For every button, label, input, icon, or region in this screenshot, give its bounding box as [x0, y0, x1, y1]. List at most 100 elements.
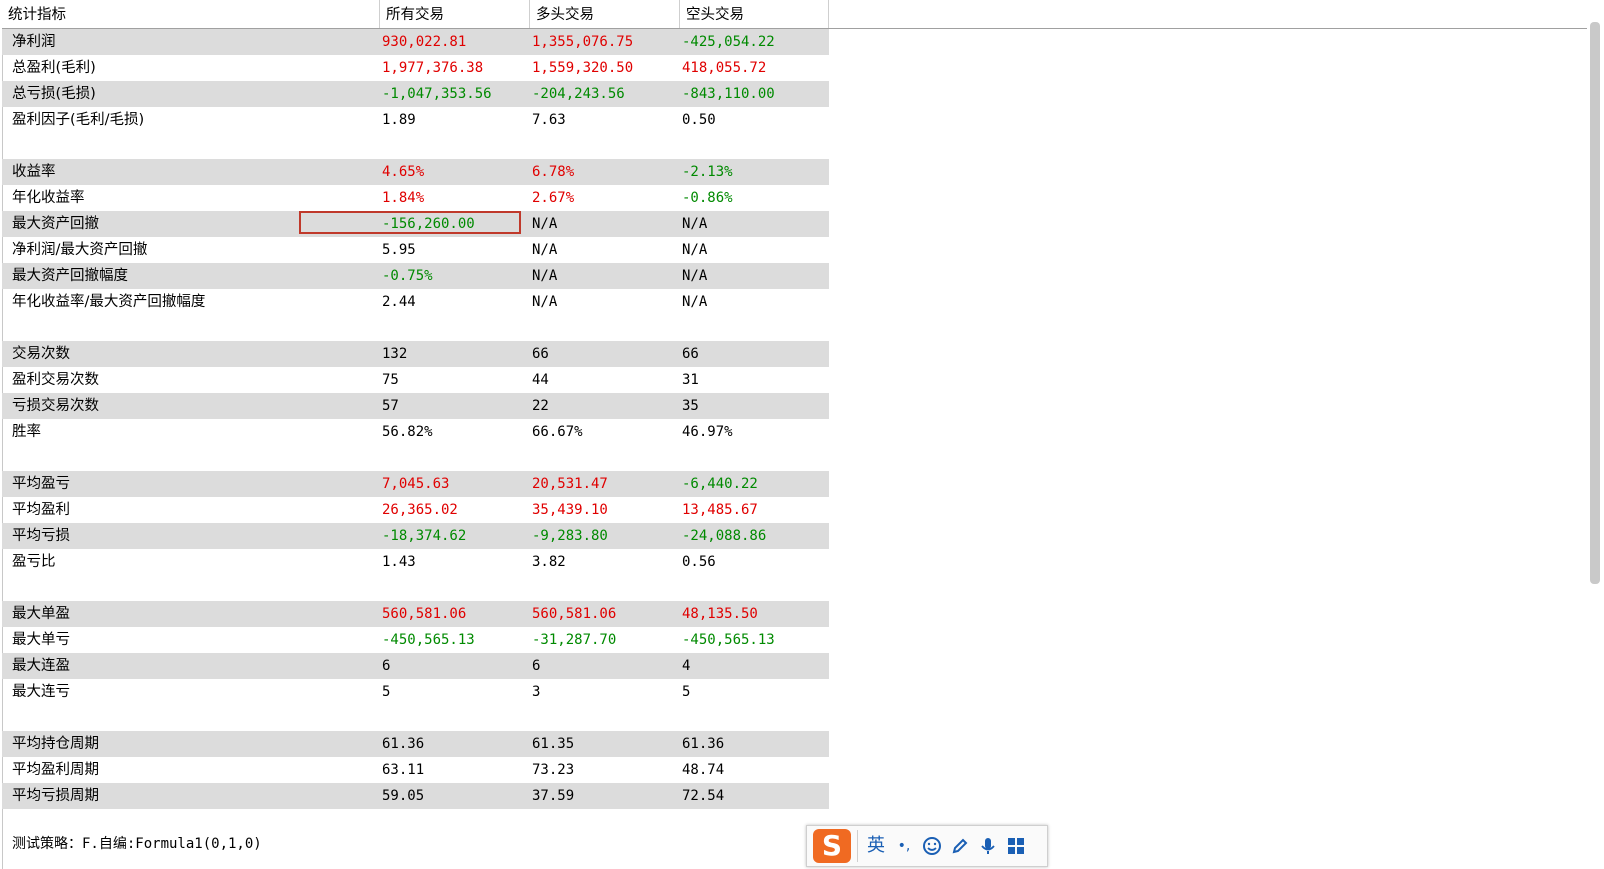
emoji-icon[interactable]	[919, 832, 945, 860]
long-trades-value[interactable]: 3.82	[532, 549, 566, 575]
table-row[interactable]: 平均亏损周期 59.05 37.59 72.54	[2, 783, 829, 809]
long-trades-value[interactable]: 6	[532, 653, 540, 679]
short-trades-value[interactable]: 72.54	[682, 783, 724, 809]
long-trades-value[interactable]: 3	[532, 679, 540, 705]
all-trades-value[interactable]: 2.44	[382, 289, 416, 315]
long-trades-value[interactable]: 66.67%	[532, 419, 583, 445]
table-row[interactable]: 平均盈利 26,365.02 35,439.10 13,485.67	[2, 497, 829, 523]
long-trades-value[interactable]: -9,283.80	[532, 523, 608, 549]
table-row[interactable]: 平均盈利周期 63.11 73.23 48.74	[2, 757, 829, 783]
table-row[interactable]: 总盈利(毛利) 1,977,376.38 1,559,320.50 418,055.7…	[2, 55, 829, 81]
pen-icon[interactable]	[947, 832, 973, 860]
all-trades-value[interactable]: 57	[382, 393, 399, 419]
all-trades-value[interactable]: 930,022.81	[382, 29, 466, 55]
short-trades-value[interactable]: 0.56	[682, 549, 716, 575]
long-trades-value[interactable]: 2.67%	[532, 185, 574, 211]
long-trades-value[interactable]: N/A	[532, 237, 557, 263]
table-row[interactable]: 交易次数 132 66 66	[2, 341, 829, 367]
vertical-scrollbar[interactable]	[1590, 22, 1600, 584]
short-trades-value[interactable]: -2.13%	[682, 159, 733, 185]
long-trades-value[interactable]: 66	[532, 341, 549, 367]
grid-icon[interactable]	[1003, 832, 1029, 860]
table-row[interactable]: 最大单亏 -450,565.13 -31,287.70 -450,565.13	[2, 627, 829, 653]
long-trades-value[interactable]: 7.63	[532, 107, 566, 133]
short-trades-value[interactable]: -843,110.00	[682, 81, 775, 107]
table-row[interactable]: 盈利因子(毛利/毛损) 1.89 7.63 0.50	[2, 107, 829, 133]
all-trades-value[interactable]: 75	[382, 367, 399, 393]
table-row[interactable]: 收益率 4.65% 6.78% -2.13%	[2, 159, 829, 185]
long-trades-value[interactable]: 44	[532, 367, 549, 393]
short-trades-value[interactable]: 5	[682, 679, 690, 705]
table-row[interactable]: 平均持仓周期 61.36 61.35 61.36	[2, 731, 829, 757]
table-row[interactable]: 盈利交易次数 75 44 31	[2, 367, 829, 393]
long-trades-value[interactable]: 6.78%	[532, 159, 574, 185]
long-trades-value[interactable]: 37.59	[532, 783, 574, 809]
all-trades-value[interactable]: 6	[382, 653, 390, 679]
all-trades-value[interactable]: 560,581.06	[382, 601, 466, 627]
long-trades-value[interactable]: N/A	[532, 289, 557, 315]
short-trades-value[interactable]: 66	[682, 341, 699, 367]
all-trades-value[interactable]: -0.75%	[382, 263, 433, 289]
all-trades-value[interactable]: 1.89	[382, 107, 416, 133]
short-trades-value[interactable]: 48.74	[682, 757, 724, 783]
long-trades-value[interactable]: 22	[532, 393, 549, 419]
header-all-trades[interactable]: 所有交易	[380, 0, 530, 28]
all-trades-value[interactable]: 63.11	[382, 757, 424, 783]
all-trades-value[interactable]: 1.43	[382, 549, 416, 575]
table-row[interactable]: 最大连亏 5 3 5	[2, 679, 829, 705]
table-row[interactable]: 盈亏比 1.43 3.82 0.56	[2, 549, 829, 575]
short-trades-value[interactable]: N/A	[682, 237, 707, 263]
short-trades-value[interactable]: 35	[682, 393, 699, 419]
table-row[interactable]: 年化收益率 1.84% 2.67% -0.86%	[2, 185, 829, 211]
table-row[interactable]: 最大资产回撤幅度 -0.75% N/A N/A	[2, 263, 829, 289]
long-trades-value[interactable]: 1,355,076.75	[532, 29, 633, 55]
long-trades-value[interactable]: 35,439.10	[532, 497, 608, 523]
long-trades-value[interactable]: 560,581.06	[532, 601, 616, 627]
sogou-logo-icon[interactable]: S	[813, 829, 851, 863]
long-trades-value[interactable]: -31,287.70	[532, 627, 616, 653]
ime-punctuation-toggle[interactable]: •,	[891, 832, 917, 860]
short-trades-value[interactable]: -6,440.22	[682, 471, 758, 497]
all-trades-value[interactable]: -18,374.62	[382, 523, 466, 549]
table-row[interactable]: 亏损交易次数 57 22 35	[2, 393, 829, 419]
long-trades-value[interactable]: 73.23	[532, 757, 574, 783]
table-row[interactable]: 胜率 56.82% 66.67% 46.97%	[2, 419, 829, 445]
short-trades-value[interactable]: 4	[682, 653, 690, 679]
table-row[interactable]: 总亏损(毛损) -1,047,353.56 -204,243.56 -843,110.…	[2, 81, 829, 107]
short-trades-value[interactable]: -450,565.13	[682, 627, 775, 653]
table-row[interactable]: 净利润 930,022.81 1,355,076.75 -425,054.22	[2, 29, 829, 55]
short-trades-value[interactable]: N/A	[682, 211, 707, 237]
table-row[interactable]: 平均盈亏 7,045.63 20,531.47 -6,440.22	[2, 471, 829, 497]
table-row[interactable]: 年化收益率/最大资产回撤幅度 2.44 N/A N/A	[2, 289, 829, 315]
all-trades-value[interactable]: 56.82%	[382, 419, 433, 445]
all-trades-value[interactable]: 59.05	[382, 783, 424, 809]
long-trades-value[interactable]: 61.35	[532, 731, 574, 757]
short-trades-value[interactable]: N/A	[682, 289, 707, 315]
table-row[interactable]: 最大连盈 6 6 4	[2, 653, 829, 679]
short-trades-value[interactable]: 13,485.67	[682, 497, 758, 523]
short-trades-value[interactable]: 418,055.72	[682, 55, 766, 81]
all-trades-value[interactable]: 132	[382, 341, 407, 367]
long-trades-value[interactable]: N/A	[532, 263, 557, 289]
short-trades-value[interactable]: 46.97%	[682, 419, 733, 445]
long-trades-value[interactable]: 20,531.47	[532, 471, 608, 497]
all-trades-value[interactable]: 61.36	[382, 731, 424, 757]
header-metric[interactable]: 统计指标	[2, 0, 380, 28]
short-trades-value[interactable]: N/A	[682, 263, 707, 289]
all-trades-value[interactable]: 5	[382, 679, 390, 705]
all-trades-value[interactable]: 1.84%	[382, 185, 424, 211]
mic-icon[interactable]	[975, 832, 1001, 860]
short-trades-value[interactable]: 31	[682, 367, 699, 393]
table-row[interactable]: 平均亏损 -18,374.62 -9,283.80 -24,088.86	[2, 523, 829, 549]
all-trades-value[interactable]: 26,365.02	[382, 497, 458, 523]
all-trades-value[interactable]: -450,565.13	[382, 627, 475, 653]
long-trades-value[interactable]: N/A	[532, 211, 557, 237]
all-trades-value[interactable]: 4.65%	[382, 159, 424, 185]
all-trades-value[interactable]: 5.95	[382, 237, 416, 263]
short-trades-value[interactable]: 61.36	[682, 731, 724, 757]
short-trades-value[interactable]: 0.50	[682, 107, 716, 133]
header-long-trades[interactable]: 多头交易	[530, 0, 680, 28]
all-trades-value[interactable]: 1,977,376.38	[382, 55, 483, 81]
short-trades-value[interactable]: 48,135.50	[682, 601, 758, 627]
long-trades-value[interactable]: -204,243.56	[532, 81, 625, 107]
